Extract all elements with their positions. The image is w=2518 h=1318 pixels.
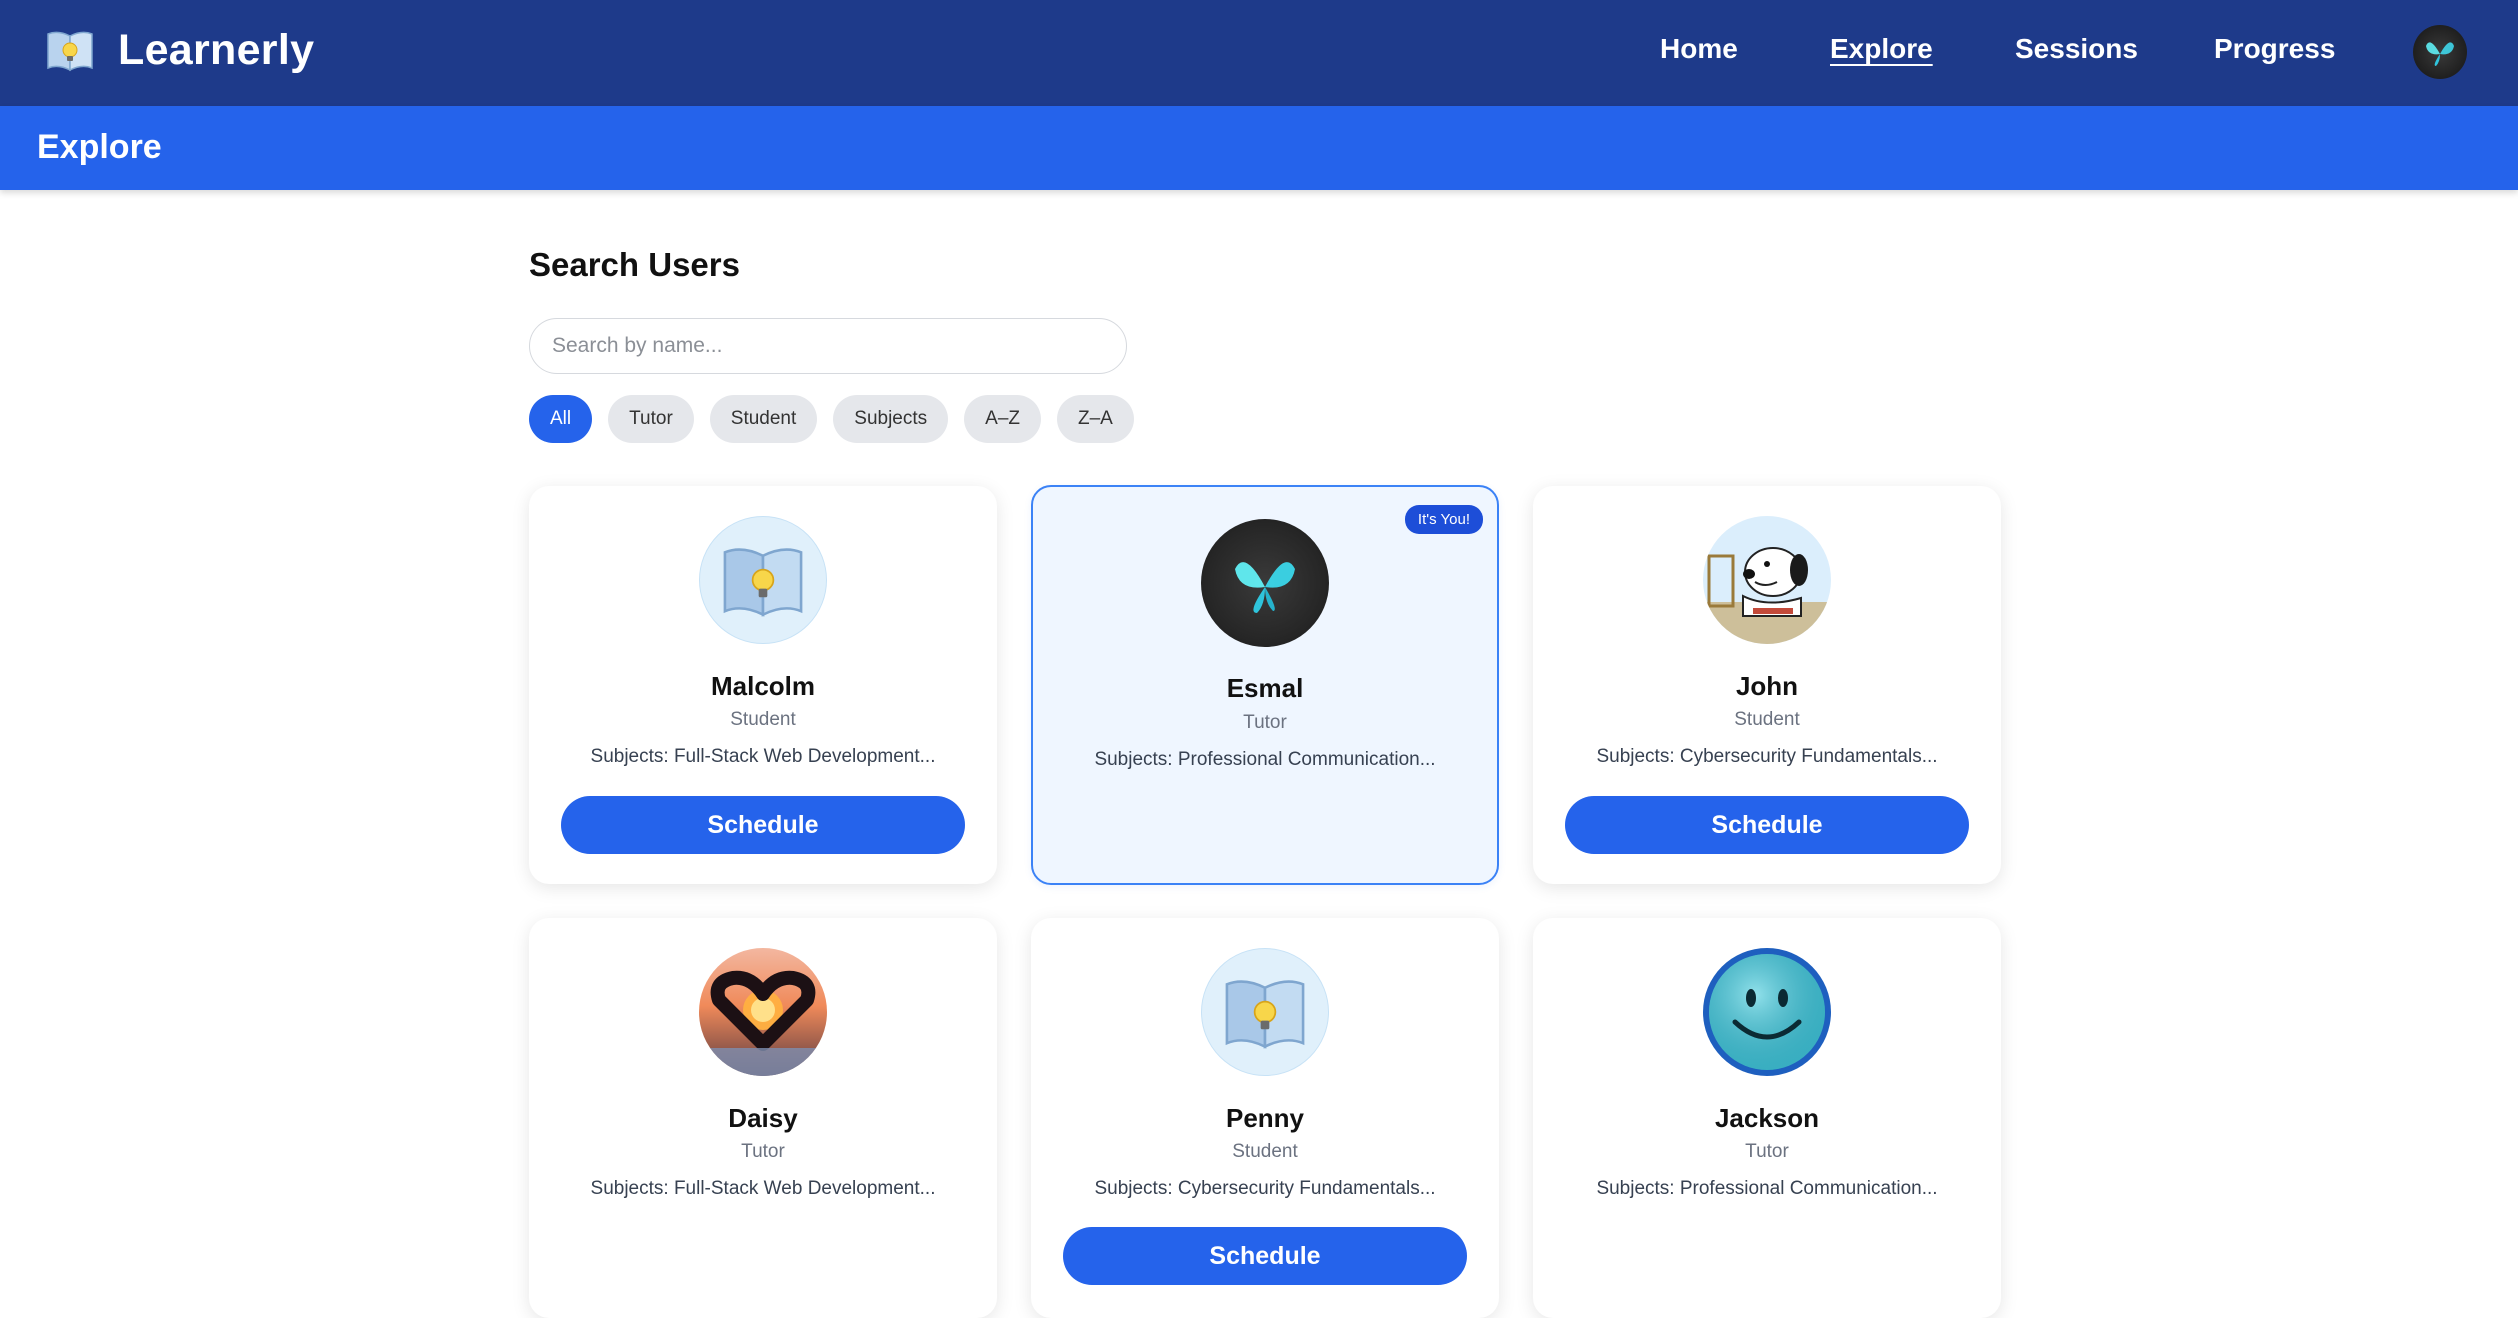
butterfly-icon xyxy=(1235,562,1295,613)
schedule-button[interactable]: Schedule xyxy=(561,796,965,854)
avatar xyxy=(699,516,827,644)
sort-a-z[interactable]: A–Z xyxy=(964,395,1041,443)
filter-tutor[interactable]: Tutor xyxy=(608,395,694,443)
heart-hands-sunset-icon xyxy=(699,970,827,1076)
book-lightbulb-icon xyxy=(1225,980,1305,1049)
user-card: Malcolm Student Subjects: Full-Stack Web… xyxy=(529,486,997,884)
avatar xyxy=(1201,948,1329,1076)
card-role: Student xyxy=(1232,1141,1298,1162)
nav-progress[interactable]: Progress xyxy=(2214,33,2335,65)
user-card: Daisy Tutor Subjects: Full-Stack Web Dev… xyxy=(529,918,997,1318)
butterfly-icon xyxy=(2426,42,2454,66)
card-subjects: Subjects: Cybersecurity Fundamentals... xyxy=(1094,1178,1436,1199)
filter-subjects[interactable]: Subjects xyxy=(833,395,949,443)
filter-chips: All Tutor Student Subjects A–Z Z–A xyxy=(529,395,1134,443)
card-role: Tutor xyxy=(1745,1141,1789,1162)
page-header: Explore xyxy=(0,106,2518,190)
card-subjects: Subjects: Full-Stack Web Development... xyxy=(590,1178,936,1199)
card-role: Tutor xyxy=(741,1141,785,1162)
nav-sessions[interactable]: Sessions xyxy=(2015,33,2138,65)
book-lightbulb-icon xyxy=(723,548,803,617)
avatar xyxy=(1703,516,1831,644)
card-role: Student xyxy=(730,709,796,730)
dog-cartoon-icon xyxy=(1703,547,1831,644)
avatar xyxy=(699,948,827,1076)
card-name: Malcolm xyxy=(710,671,816,701)
schedule-button[interactable]: Schedule xyxy=(1063,1227,1467,1285)
user-card: Jackson Tutor Subjects: Professional Com… xyxy=(1533,918,2001,1318)
card-name: Jackson xyxy=(1714,1103,1820,1133)
search-section-title: Search Users xyxy=(529,246,740,283)
smiley-face-icon xyxy=(1709,954,1825,1070)
card-role: Tutor xyxy=(1243,712,1287,733)
page-title: Explore xyxy=(37,128,162,166)
card-subjects: Subjects: Professional Communication... xyxy=(1596,1178,1938,1199)
card-name: John xyxy=(1735,671,1799,701)
schedule-button[interactable]: Schedule xyxy=(1565,796,1969,854)
card-subjects: Subjects: Professional Communication... xyxy=(1094,749,1436,770)
book-lightbulb-icon xyxy=(47,31,93,72)
user-card: Penny Student Subjects: Cybersecurity Fu… xyxy=(1031,918,1499,1318)
user-card: John Student Subjects: Cybersecurity Fun… xyxy=(1533,486,2001,884)
filter-all[interactable]: All xyxy=(529,395,593,443)
card-subjects: Subjects: Cybersecurity Fundamentals... xyxy=(1596,746,1938,767)
top-navbar: Learnerly Home Explore Sessions Progress xyxy=(0,0,2518,106)
nav-explore[interactable]: Explore xyxy=(1830,33,1933,65)
sort-z-a[interactable]: Z–A xyxy=(1057,395,1134,443)
user-card-self: It's You! Esmal Tutor Subjects: Professi… xyxy=(1031,485,1499,885)
search-input[interactable] xyxy=(529,318,1127,374)
filter-student[interactable]: Student xyxy=(709,395,818,443)
self-badge: It's You! xyxy=(1404,505,1483,534)
nav-home[interactable]: Home xyxy=(1660,33,1738,65)
card-name: Daisy xyxy=(728,1103,798,1133)
brand-name: Learnerly xyxy=(118,25,315,74)
card-name: Esmal xyxy=(1226,673,1304,703)
card-name: Penny xyxy=(1225,1103,1305,1133)
brand[interactable]: Learnerly xyxy=(44,24,314,76)
avatar xyxy=(1703,948,1831,1076)
card-subjects: Subjects: Full-Stack Web Development... xyxy=(590,746,936,767)
avatar xyxy=(1201,519,1329,647)
card-role: Student xyxy=(1734,709,1800,730)
user-avatar[interactable] xyxy=(2413,25,2467,79)
